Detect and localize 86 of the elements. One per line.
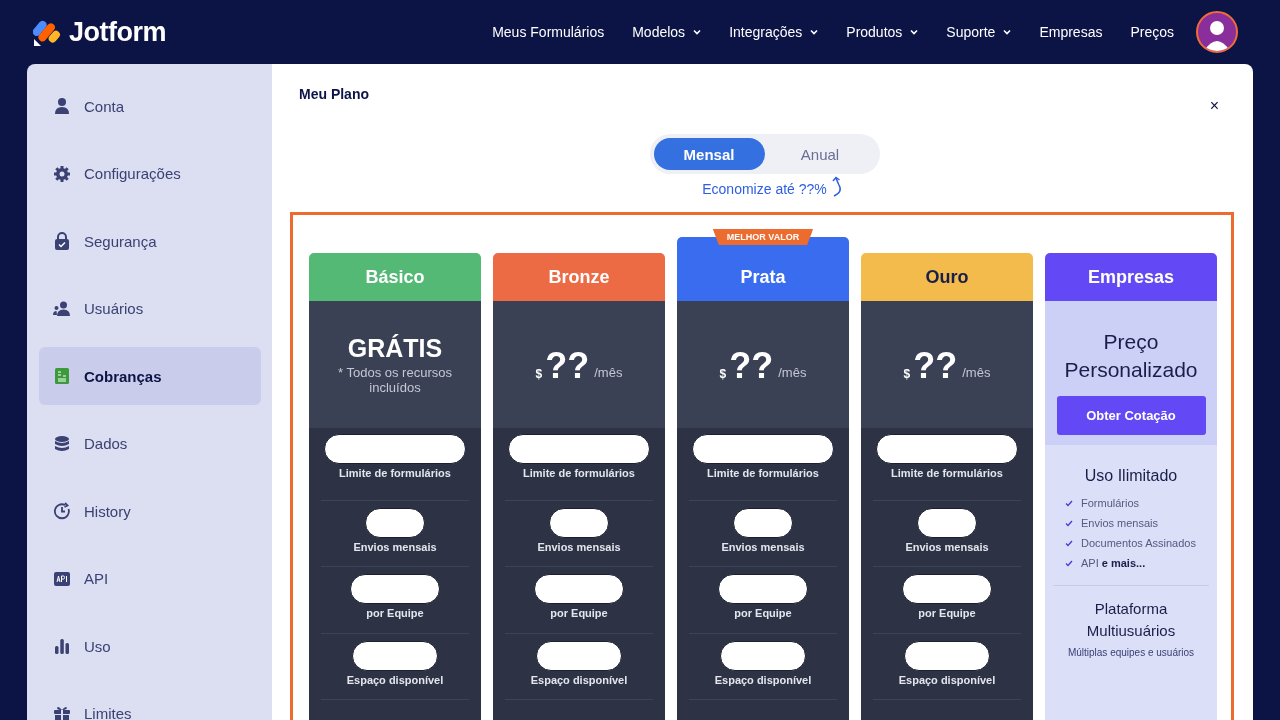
chevron-icon <box>810 29 819 35</box>
sidebar-item[interactable]: History <box>39 482 261 540</box>
database-icon <box>53 434 71 453</box>
api-icon <box>53 569 71 588</box>
currency-symbol: $ <box>535 366 543 381</box>
check-icon <box>1065 539 1073 547</box>
padlock-icon <box>53 232 71 250</box>
check-icon <box>1065 559 1073 567</box>
plan-header: Empresas <box>1045 253 1217 301</box>
price-period: /mês <box>594 364 623 380</box>
blank-value-pill <box>733 507 793 538</box>
sidebar-item[interactable]: Usuários <box>39 279 261 338</box>
person-icon <box>53 97 71 115</box>
feature-label: Limite de formulários <box>523 467 635 479</box>
chevron-icon <box>693 29 702 35</box>
chevron-icon <box>910 29 919 35</box>
logo-text[interactable]: Jotform <box>69 16 166 48</box>
plan-header: Bronze <box>493 253 665 301</box>
section-title: Uso Ilimitado <box>1084 467 1178 485</box>
avatar[interactable] <box>1196 11 1238 53</box>
feature-label: por Equipe <box>918 607 976 619</box>
feature-item: Formulários <box>1081 497 1140 509</box>
currency-symbol: $ <box>719 366 727 381</box>
feature-label: Espaço disponível <box>714 673 812 686</box>
billing-option[interactable]: Mensal <box>653 138 765 170</box>
check-icon <box>1065 519 1073 527</box>
nav-link[interactable]: Meus Formulários <box>492 24 605 40</box>
feature-label: Limite de formulários <box>891 467 1003 479</box>
blank-value-pill <box>549 507 609 538</box>
invoice-icon <box>53 367 71 385</box>
currency-symbol: $ <box>903 366 911 381</box>
nav-link[interactable]: Integrações <box>729 24 819 40</box>
billing-option[interactable]: Anual <box>764 138 876 170</box>
sidebar-item[interactable]: Cobranças <box>39 347 261 405</box>
sidebar-item[interactable]: Uso <box>39 617 261 675</box>
price-amount: ?? <box>729 348 774 383</box>
feature-label: por Equipe <box>550 607 608 619</box>
feature-label: Espaço disponível <box>530 673 628 686</box>
bar-chart-icon <box>53 637 71 655</box>
feature-label: Limite de formulários <box>339 467 451 479</box>
nav-link[interactable]: Produtos <box>846 24 919 40</box>
nav-link[interactable]: Empresas <box>1039 24 1103 40</box>
price-period: /mês <box>962 364 991 380</box>
close-button[interactable]: × <box>1209 97 1219 115</box>
nav-link[interactable]: Suporte <box>946 24 1012 40</box>
dialog-title: Meu Plano <box>299 86 369 102</box>
best-value-ribbon: MELHOR VALOR <box>712 229 814 245</box>
savings-note: Economize até ??% <box>702 181 827 197</box>
plan-header: Ouro <box>861 253 1033 301</box>
feature-label: por Equipe <box>366 607 424 619</box>
sidebar-item[interactable]: Conta <box>39 77 261 135</box>
feature-label: Espaço disponível <box>898 673 996 686</box>
feature-item: Documentos Assinados <box>1081 537 1196 549</box>
section-note: Múltiplas equipes e usuários <box>1067 647 1195 658</box>
nav-link[interactable]: Modelos <box>632 24 702 40</box>
price-text: GRÁTIS <box>347 334 443 363</box>
gear-icon <box>53 164 71 183</box>
clock-icon <box>53 502 71 520</box>
feature-label: Espaço disponível <box>346 673 444 686</box>
feature-label: Envios mensais <box>353 540 437 553</box>
chevron-icon <box>1003 29 1012 35</box>
price-note: * Todos os recursos incluídos <box>337 365 453 395</box>
sidebar-item[interactable]: API <box>39 549 261 608</box>
sidebar-item[interactable]: Dados <box>39 414 261 473</box>
blank-value-pill <box>365 507 425 538</box>
feature-item: API e mais... <box>1081 557 1146 569</box>
nav-link[interactable]: Preços <box>1130 24 1174 40</box>
feature-label: por Equipe <box>734 607 792 619</box>
section-title: Plataforma Multiusuários <box>1085 599 1177 641</box>
check-icon <box>1065 499 1073 507</box>
sidebar-item[interactable]: Limites <box>39 684 261 720</box>
price-amount: ?? <box>913 348 958 383</box>
feature-item: Envios mensais <box>1081 517 1159 529</box>
sidebar-item[interactable]: Segurança <box>39 212 261 270</box>
plan-header: Básico <box>309 253 481 301</box>
feature-label: Envios mensais <box>537 540 621 553</box>
price-text: Preço Personalizado <box>1063 329 1199 383</box>
people-icon <box>53 299 71 318</box>
price-period: /mês <box>778 364 807 380</box>
feature-label: Envios mensais <box>905 540 989 553</box>
feature-label: Envios mensais <box>721 540 805 553</box>
feature-label: Limite de formulários <box>707 467 819 479</box>
quote-button[interactable]: Obter Cotação <box>1056 396 1206 435</box>
price-amount: ?? <box>545 348 590 383</box>
sidebar-item[interactable]: Configurações <box>39 144 261 203</box>
blank-value-pill <box>917 507 977 538</box>
